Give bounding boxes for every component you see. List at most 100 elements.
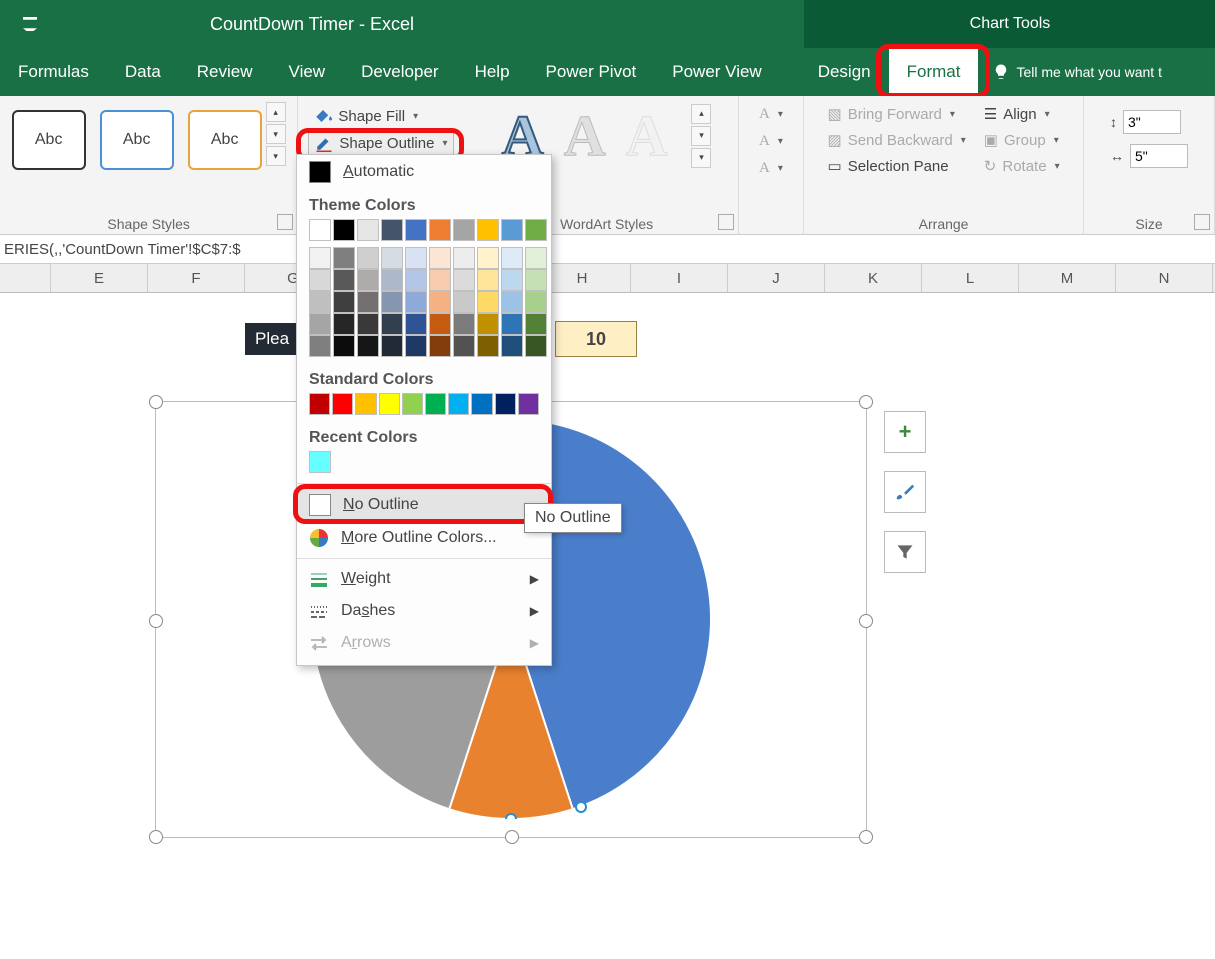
wordart-scroll-up[interactable]: ▴: [691, 104, 711, 124]
color-swatch[interactable]: [425, 393, 446, 415]
color-swatch[interactable]: [309, 219, 331, 241]
color-swatch[interactable]: [525, 219, 547, 241]
shape-style-preset-2[interactable]: Abc: [100, 110, 174, 170]
color-swatch[interactable]: [477, 335, 499, 357]
color-swatch[interactable]: [453, 247, 475, 269]
color-swatch[interactable]: [405, 269, 427, 291]
color-swatch[interactable]: [429, 219, 451, 241]
color-swatch[interactable]: [429, 269, 451, 291]
tab-help[interactable]: Help: [457, 48, 528, 96]
standard-colors[interactable]: [297, 393, 551, 421]
color-swatch[interactable]: [381, 313, 403, 335]
theme-colors-row[interactable]: [297, 219, 551, 247]
color-swatch[interactable]: [471, 393, 492, 415]
color-swatch[interactable]: [333, 335, 355, 357]
color-swatch[interactable]: [477, 219, 499, 241]
shape-style-preset-1[interactable]: Abc: [12, 110, 86, 170]
shape-style-preset-3[interactable]: Abc: [188, 110, 262, 170]
color-swatch[interactable]: [333, 269, 355, 291]
color-swatch[interactable]: [381, 291, 403, 313]
color-swatch[interactable]: [405, 219, 427, 241]
shape-width-input[interactable]: [1130, 144, 1188, 168]
theme-colors-shades[interactable]: [297, 247, 551, 363]
tab-view[interactable]: View: [271, 48, 344, 96]
worksheet-area[interactable]: Plea 10 + AAutomaticutomatic Theme Color…: [0, 293, 1215, 923]
color-swatch[interactable]: [477, 291, 499, 313]
tab-power-pivot[interactable]: Power Pivot: [528, 48, 655, 96]
color-swatch[interactable]: [309, 393, 330, 415]
col-header-e[interactable]: E: [51, 264, 148, 292]
chart-styles-button[interactable]: [884, 471, 926, 513]
gallery-scroll-up[interactable]: ▴: [266, 102, 286, 122]
color-swatch[interactable]: [379, 393, 400, 415]
color-swatch[interactable]: [501, 291, 523, 313]
more-outline-colors-item[interactable]: More Outline Colors...: [297, 522, 551, 554]
text-outline-button[interactable]: A▾: [759, 133, 783, 150]
gallery-scroll-down[interactable]: ▾: [266, 124, 286, 144]
color-swatch[interactable]: [381, 269, 403, 291]
color-swatch[interactable]: [429, 313, 451, 335]
color-swatch[interactable]: [332, 393, 353, 415]
col-header-n[interactable]: N: [1116, 264, 1213, 292]
wordart-preset-2[interactable]: A: [564, 102, 606, 169]
cell-remaining-value[interactable]: 10: [555, 321, 637, 357]
color-swatch[interactable]: [357, 247, 379, 269]
color-swatch[interactable]: [333, 313, 355, 335]
tell-me-search[interactable]: Tell me what you want t: [978, 48, 1162, 96]
color-swatch[interactable]: [501, 269, 523, 291]
color-swatch[interactable]: [525, 291, 547, 313]
color-swatch[interactable]: [501, 313, 523, 335]
color-swatch[interactable]: [453, 335, 475, 357]
col-header-k[interactable]: K: [825, 264, 922, 292]
color-swatch[interactable]: [309, 335, 331, 357]
color-swatch[interactable]: [405, 247, 427, 269]
color-swatch[interactable]: [525, 335, 547, 357]
color-swatch[interactable]: [357, 313, 379, 335]
color-swatch[interactable]: [429, 335, 451, 357]
chart-filters-button[interactable]: [884, 531, 926, 573]
color-swatch[interactable]: [355, 393, 376, 415]
col-header[interactable]: [0, 264, 51, 292]
color-swatch[interactable]: [309, 291, 331, 313]
recent-colors[interactable]: [297, 451, 551, 479]
color-swatch[interactable]: [518, 393, 539, 415]
size-dialog-launcher[interactable]: [1194, 214, 1210, 230]
rotate-button[interactable]: ↻ Rotate▾: [978, 154, 1066, 178]
color-swatch[interactable]: [429, 247, 451, 269]
shape-fill-button[interactable]: Shape Fill▾: [308, 104, 424, 128]
color-swatch[interactable]: [309, 313, 331, 335]
color-swatch[interactable]: [381, 219, 403, 241]
color-swatch[interactable]: [453, 219, 475, 241]
color-swatch[interactable]: [501, 247, 523, 269]
color-swatch[interactable]: [405, 291, 427, 313]
color-swatch[interactable]: [357, 269, 379, 291]
color-swatch[interactable]: [402, 393, 423, 415]
align-button[interactable]: ☰ Align▾: [978, 102, 1056, 126]
color-swatch[interactable]: [453, 313, 475, 335]
color-swatch[interactable]: [495, 393, 516, 415]
outline-weight-item[interactable]: Weight▶: [297, 563, 551, 595]
col-header-i[interactable]: I: [631, 264, 728, 292]
text-effects-button[interactable]: A▾: [759, 160, 783, 177]
color-swatch[interactable]: [453, 291, 475, 313]
wordart-preset-3[interactable]: A: [626, 102, 668, 169]
color-swatch[interactable]: [357, 291, 379, 313]
color-swatch[interactable]: [448, 393, 469, 415]
color-swatch[interactable]: [525, 313, 547, 335]
col-header-f[interactable]: F: [148, 264, 245, 292]
color-swatch[interactable]: [309, 247, 331, 269]
color-swatch[interactable]: [333, 219, 355, 241]
bring-forward-button[interactable]: ▧ Bring Forward▾: [822, 102, 961, 126]
tab-data[interactable]: Data: [107, 48, 179, 96]
color-swatch[interactable]: [357, 219, 379, 241]
color-swatch[interactable]: [381, 247, 403, 269]
chart-elements-button[interactable]: +: [884, 411, 926, 453]
group-button[interactable]: ▣ Group▾: [978, 128, 1065, 152]
selection-pane-button[interactable]: ▭ Selection Pane: [822, 154, 955, 178]
color-swatch[interactable]: [309, 269, 331, 291]
color-swatch[interactable]: [429, 291, 451, 313]
color-swatch[interactable]: [525, 247, 547, 269]
color-swatch[interactable]: [453, 269, 475, 291]
tab-power-view[interactable]: Power View: [654, 48, 779, 96]
color-swatch[interactable]: [477, 269, 499, 291]
